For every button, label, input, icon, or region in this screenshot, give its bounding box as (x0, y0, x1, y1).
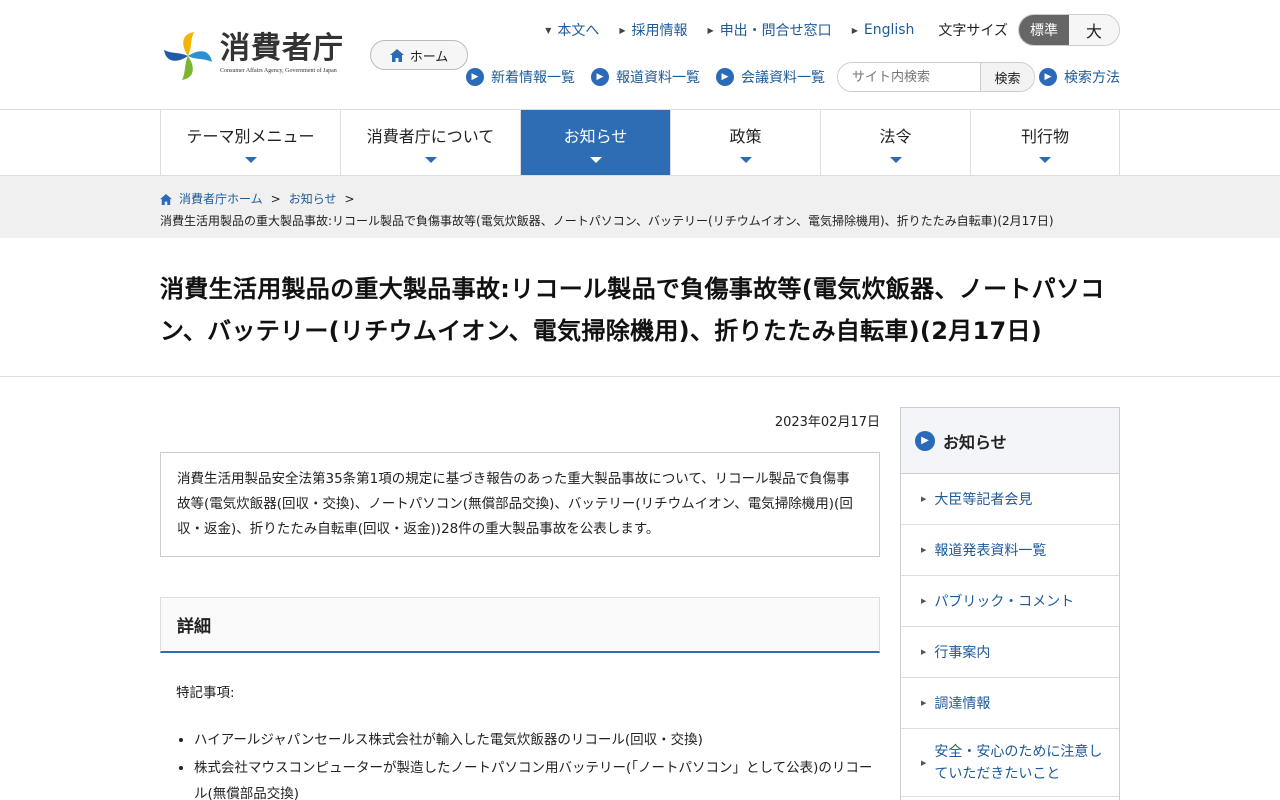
side-heading-label: お知らせ (943, 432, 1007, 452)
search-button[interactable]: 検索 (980, 63, 1034, 91)
arrow-circle-icon: ▶ (466, 68, 484, 86)
skip-to-content-link[interactable]: ▼ 本文へ (545, 20, 599, 40)
nav-label: テーマ別メニュー (186, 126, 315, 146)
detail-heading: 詳細 (160, 597, 880, 653)
link-label: 会議資料一覧 (741, 70, 825, 86)
side-item-press-conference[interactable]: ▶ 大臣等記者会見 (901, 474, 1119, 525)
triangle-right-icon: ▶ (921, 648, 927, 656)
link-label: 本文へ (557, 23, 600, 39)
notice-list: ハイアールジャパンセールス株式会社が輸入した電気炊飯器のリコール(回収・交換) … (160, 727, 880, 800)
site-search: 検索 (837, 62, 1035, 92)
arrow-circle-icon: ▶ (716, 68, 734, 86)
triangle-down-icon: ▼ (545, 25, 552, 35)
triangle-right-icon: ▶ (707, 25, 714, 35)
side-item-procurement[interactable]: ▶ 調達情報 (901, 678, 1119, 729)
logo-pinwheel-icon (164, 32, 212, 80)
side-item-public-comment[interactable]: ▶ パブリック・コメント (901, 576, 1119, 627)
nav-about[interactable]: 消費者庁について (341, 110, 521, 175)
side-item-label[interactable]: 調達情報 (934, 693, 990, 713)
contact-link[interactable]: ▶ 申出・問合せ窓口 (708, 20, 832, 40)
news-list-link[interactable]: ▶ 新着情報一覧 (466, 67, 575, 87)
caret-down-icon (424, 156, 437, 163)
list-item: 株式会社マウスコンピューターが製造したノートパソコン用バッテリー(「ノートパソコ… (194, 755, 880, 800)
side-item-events[interactable]: ▶ 行事案内 (901, 627, 1119, 678)
meeting-list-link[interactable]: ▶ 会議資料一覧 (716, 67, 825, 87)
home-button-label: ホーム (409, 49, 449, 65)
breadcrumb-home-link[interactable]: 消費者庁ホーム (179, 188, 263, 210)
side-menu: ▶ お知らせ ▶ 大臣等記者会見 ▶ 報道発表資料一覧 ▶ パブリック・コメント ▶ 行… (900, 407, 1120, 800)
nav-policy[interactable]: 政策 (671, 110, 821, 175)
nav-label: 法令 (879, 126, 912, 146)
link-label: 採用情報 (631, 23, 688, 39)
english-link[interactable]: ▶ English (852, 22, 915, 38)
link-label: English (863, 22, 915, 38)
recruit-link[interactable]: ▶ 採用情報 (619, 20, 687, 40)
side-item-label[interactable]: 安全・安心のために注意していただきたいこと (934, 741, 1104, 785)
summary-box: 消費生活用製品安全法第35条第1項の規定に基づき報告のあった重大製品事故について… (160, 452, 880, 557)
side-menu-heading: ▶ お知らせ (901, 408, 1119, 474)
font-size-large-button[interactable]: 大 (1069, 15, 1119, 45)
breadcrumb-separator: > (344, 192, 355, 206)
global-nav: テーマ別メニュー 消費者庁について お知らせ 政策 法令 刊行物 (0, 110, 1280, 176)
side-item-label[interactable]: パブリック・コメント (934, 591, 1074, 611)
site-logo[interactable]: 消費者庁 Consumer Affairs Agency, Government… (160, 28, 344, 84)
caret-down-icon (739, 156, 752, 163)
triangle-right-icon: ▶ (921, 758, 927, 767)
triangle-right-icon: ▶ (921, 699, 927, 707)
breadcrumb: 消費者庁ホーム > お知らせ > 消費生活用製品の重大製品事故:リコール製品で負… (0, 176, 1280, 238)
arrow-circle-icon: ▶ (1039, 68, 1057, 86)
nav-label: 政策 (729, 126, 762, 146)
triangle-right-icon: ▶ (851, 25, 858, 35)
link-label: 新着情報一覧 (491, 70, 575, 86)
quick-links: ▶ 新着情報一覧 ▶ 報道資料一覧 ▶ 会議資料一覧 検索 ▶ 検索方法 (450, 62, 1120, 92)
link-label: 報道資料一覧 (616, 70, 700, 86)
triangle-right-icon: ▶ (619, 25, 626, 35)
caret-down-icon (589, 156, 602, 163)
triangle-right-icon: ▶ (921, 546, 927, 554)
side-item-label[interactable]: 報道発表資料一覧 (934, 540, 1046, 560)
title-band: 消費生活用製品の重大製品事故:リコール製品で負傷事故等(電気炊飯器、ノートパソコ… (0, 238, 1280, 377)
font-size-toggle: 標準 大 (1018, 14, 1120, 46)
triangle-right-icon: ▶ (921, 597, 927, 605)
search-input[interactable] (838, 63, 980, 91)
font-size-standard-button[interactable]: 標準 (1019, 15, 1069, 45)
breadcrumb-current: 消費生活用製品の重大製品事故:リコール製品で負傷事故等(電気炊飯器、ノートパソコ… (160, 214, 1054, 228)
caret-down-icon (244, 156, 257, 163)
nav-law[interactable]: 法令 (821, 110, 971, 175)
arrow-circle-icon: ▶ (915, 430, 935, 451)
side-item-press-releases[interactable]: ▶ 報道発表資料一覧 (901, 525, 1119, 576)
font-size-label: 文字サイズ (938, 23, 1008, 39)
nav-news[interactable]: お知らせ (521, 110, 671, 175)
main-area: 2023年02月17日 消費生活用製品安全法第35条第1項の規定に基づき報告のあ… (160, 407, 1120, 800)
side-item-label[interactable]: 行事案内 (934, 642, 990, 662)
side-item-safety-notice[interactable]: ▶ 安全・安心のために注意していただきたいこと (901, 729, 1119, 797)
link-label: 検索方法 (1064, 70, 1120, 86)
house-icon (389, 48, 404, 62)
nav-label: お知らせ (563, 126, 628, 146)
nav-label: 消費者庁について (366, 126, 495, 146)
notice-label: 特記事項: (176, 685, 235, 701)
logo-text-en: Consumer Affairs Agency, Government of J… (220, 68, 337, 74)
breadcrumb-separator: > (270, 192, 281, 206)
nav-theme-menu[interactable]: テーマ別メニュー (161, 110, 341, 175)
nav-label: 刊行物 (1020, 126, 1069, 146)
caret-down-icon (889, 156, 902, 163)
breadcrumb-news-link[interactable]: お知らせ (289, 188, 337, 210)
triangle-right-icon: ▶ (921, 495, 927, 503)
logo-text-jp: 消費者庁 (220, 31, 344, 66)
site-header: 消費者庁 Consumer Affairs Agency, Government… (0, 0, 1280, 110)
article-content: 2023年02月17日 消費生活用製品安全法第35条第1項の規定に基づき報告のあ… (160, 407, 880, 800)
publish-date: 2023年02月17日 (774, 415, 880, 430)
arrow-circle-icon: ▶ (591, 68, 609, 86)
page-title: 消費生活用製品の重大製品事故:リコール製品で負傷事故等(電気炊飯器、ノートパソコ… (160, 275, 1105, 345)
side-item-label[interactable]: 大臣等記者会見 (934, 489, 1032, 509)
press-list-link[interactable]: ▶ 報道資料一覧 (591, 67, 700, 87)
link-label: 申出・問合せ窓口 (719, 23, 832, 39)
utility-links: ▼ 本文へ ▶ 採用情報 ▶ 申出・問合せ窓口 ▶ English 文字サイズ 標準 大 (525, 14, 1120, 46)
search-method-link[interactable]: ▶ 検索方法 (1039, 67, 1120, 87)
caret-down-icon (1039, 156, 1051, 163)
nav-publications[interactable]: 刊行物 (971, 110, 1120, 175)
list-item: ハイアールジャパンセールス株式会社が輸入した電気炊飯器のリコール(回収・交換) (194, 727, 880, 753)
house-icon (160, 193, 172, 205)
